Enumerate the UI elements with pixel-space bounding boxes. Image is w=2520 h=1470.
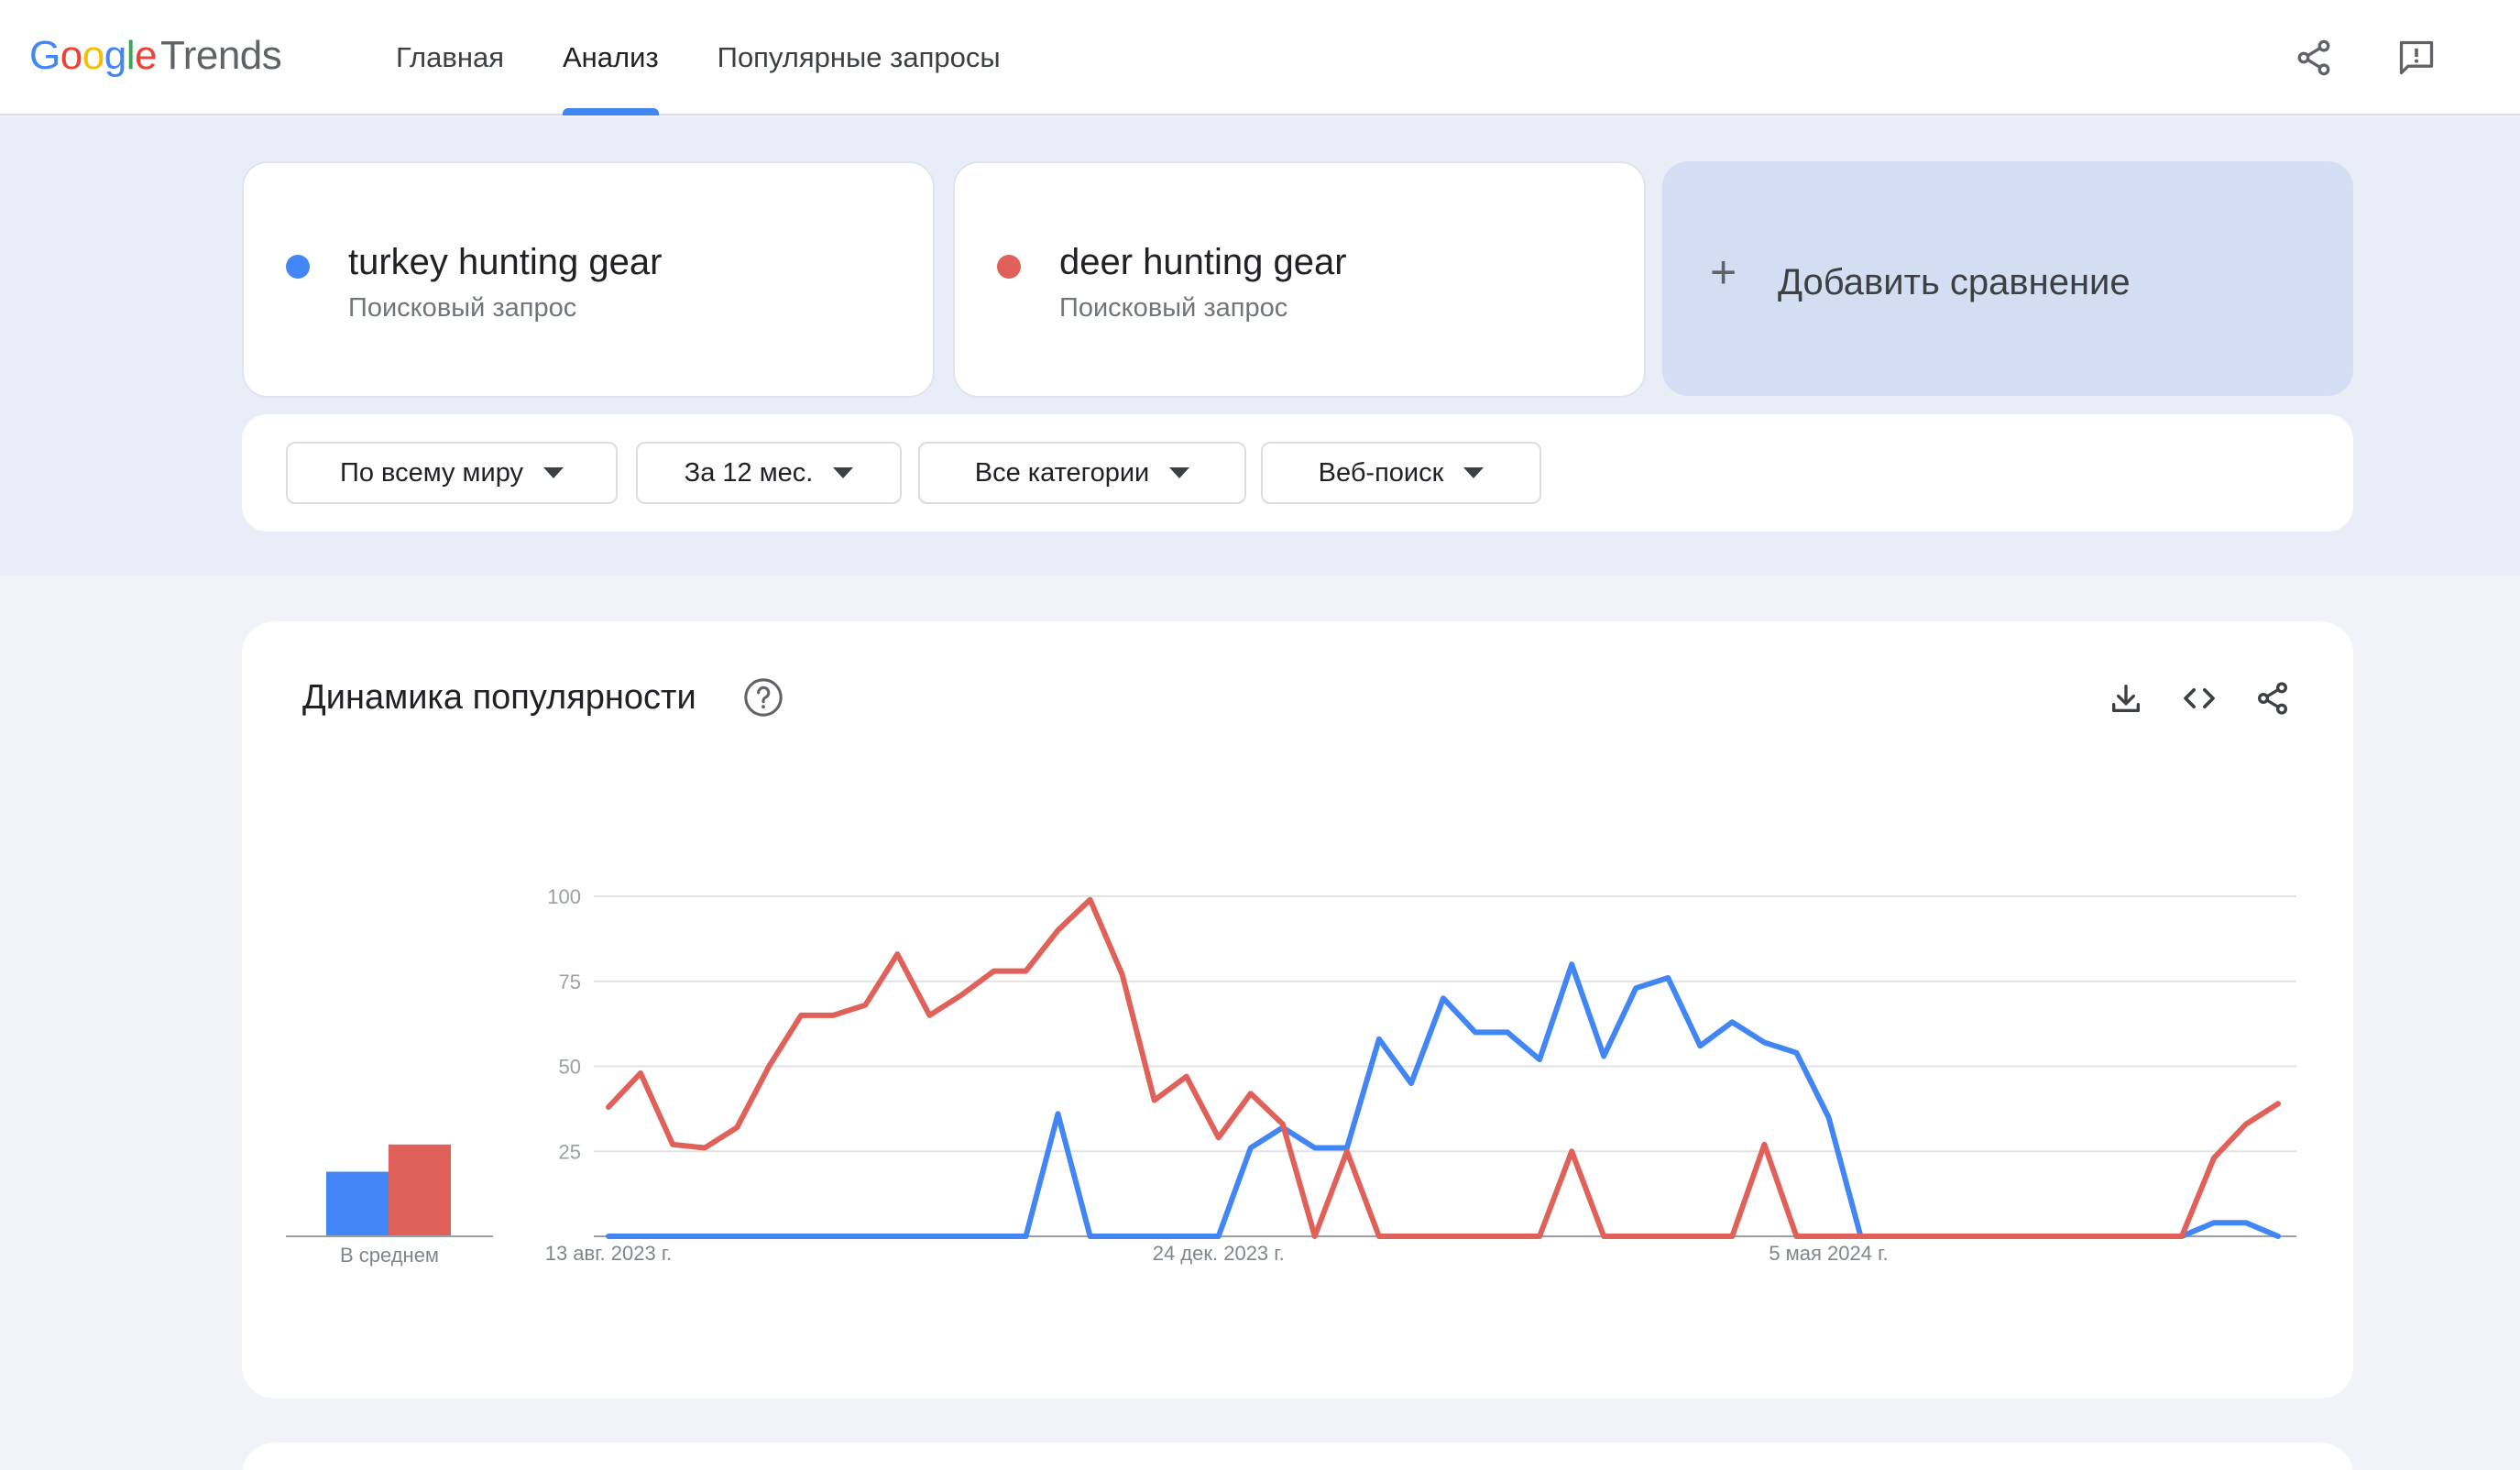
logo-letter: o (82, 33, 104, 78)
y-tick-label: 75 (559, 971, 581, 993)
logo-letter: l (126, 33, 136, 78)
code-embed-icon-glyph (2184, 688, 2215, 708)
logo-letter: o (60, 33, 82, 78)
logo-letter: G (29, 33, 60, 78)
help-circle-glyph (744, 678, 783, 717)
feedback-icon-glyph (2399, 40, 2434, 75)
help-circle-icon[interactable] (742, 676, 784, 719)
caret-down-icon (543, 467, 564, 478)
logo-trends-word: Trends (159, 33, 282, 78)
add-comparison-button[interactable]: + Добавить сравнение (1662, 161, 2353, 396)
caret-down-icon (1169, 467, 1190, 478)
average-bar-turkey (326, 1171, 389, 1236)
average-bar-deer (389, 1144, 451, 1236)
term-title[interactable]: turkey hunting gear (348, 242, 662, 283)
share-icon-glyph (2258, 682, 2287, 715)
logo-letter: g (104, 33, 126, 78)
interest-over-time-chart: 100 75 50 25 13 авг. 2023 г. 24 дек. 2023 г. 5… (286, 885, 2296, 1267)
next-card-edge (242, 1443, 2353, 1470)
x-tick-label: 24 дек. 2023 г. (1153, 1242, 1285, 1265)
term-title[interactable]: deer hunting gear (1059, 242, 1347, 283)
share-icon[interactable] (2291, 35, 2337, 81)
caret-down-icon (1463, 467, 1485, 478)
average-label: В среднем (340, 1244, 439, 1267)
term-card-turkey[interactable]: turkey hunting gear Поисковый запрос (242, 161, 935, 398)
filter-bar: По всему миру За 12 мес. Все категории В… (242, 414, 2353, 532)
caret-down-icon (833, 467, 854, 478)
main-nav: Главная Анализ Популярные запросы (367, 0, 1030, 115)
filter-label: За 12 мес. (684, 457, 814, 488)
filter-label: По всему миру (340, 457, 523, 488)
y-tick-label: 100 (547, 885, 581, 908)
logo-letter: e (134, 33, 157, 78)
plus-icon: + (1710, 247, 1737, 298)
region-filter-dropdown[interactable]: По всему миру (286, 442, 618, 504)
nav-tab-explore[interactable]: Анализ (533, 0, 688, 115)
term-card-deer[interactable]: deer hunting gear Поисковый запрос (953, 161, 1646, 398)
y-tick-label: 50 (559, 1056, 581, 1079)
series-line-deer (606, 896, 2281, 1239)
y-tick-label: 25 (559, 1140, 581, 1163)
x-tick-label: 13 авг. 2023 г. (545, 1242, 673, 1265)
category-filter-dropdown[interactable]: Все категории (918, 442, 1246, 504)
nav-tab-trending[interactable]: Популярные запросы (688, 0, 1030, 115)
share-icon-glyph (2297, 39, 2330, 76)
download-icon-glyph (2112, 685, 2140, 712)
code-embed-icon[interactable] (2179, 678, 2219, 719)
term-subtitle: Поисковый запрос (348, 293, 577, 323)
share-icon[interactable] (2252, 678, 2293, 719)
time-filter-dropdown[interactable]: За 12 мес. (636, 442, 902, 504)
add-comparison-label: Добавить сравнение (1778, 262, 2131, 302)
download-icon[interactable] (2106, 678, 2146, 719)
interest-over-time-card: 100 75 50 25 13 авг. 2023 г. 24 дек. 2023 г. 5… (242, 621, 2353, 1399)
card-title: Динамика популярности (302, 678, 696, 717)
series-color-dot (286, 255, 310, 279)
google-trends-logo[interactable]: GoogleTrends (29, 33, 282, 79)
filter-label: Все категории (974, 457, 1150, 488)
filter-label: Веб-поиск (1318, 457, 1444, 488)
series-color-dot (997, 255, 1021, 279)
nav-tab-home[interactable]: Главная (367, 0, 533, 115)
search-type-filter-dropdown[interactable]: Веб-поиск (1261, 442, 1541, 504)
term-subtitle: Поисковый запрос (1059, 293, 1288, 323)
feedback-icon[interactable] (2394, 35, 2439, 81)
app-header: GoogleTrends Главная Анализ Популярные з… (0, 0, 2520, 115)
x-tick-label: 5 мая 2024 г. (1769, 1242, 1888, 1265)
